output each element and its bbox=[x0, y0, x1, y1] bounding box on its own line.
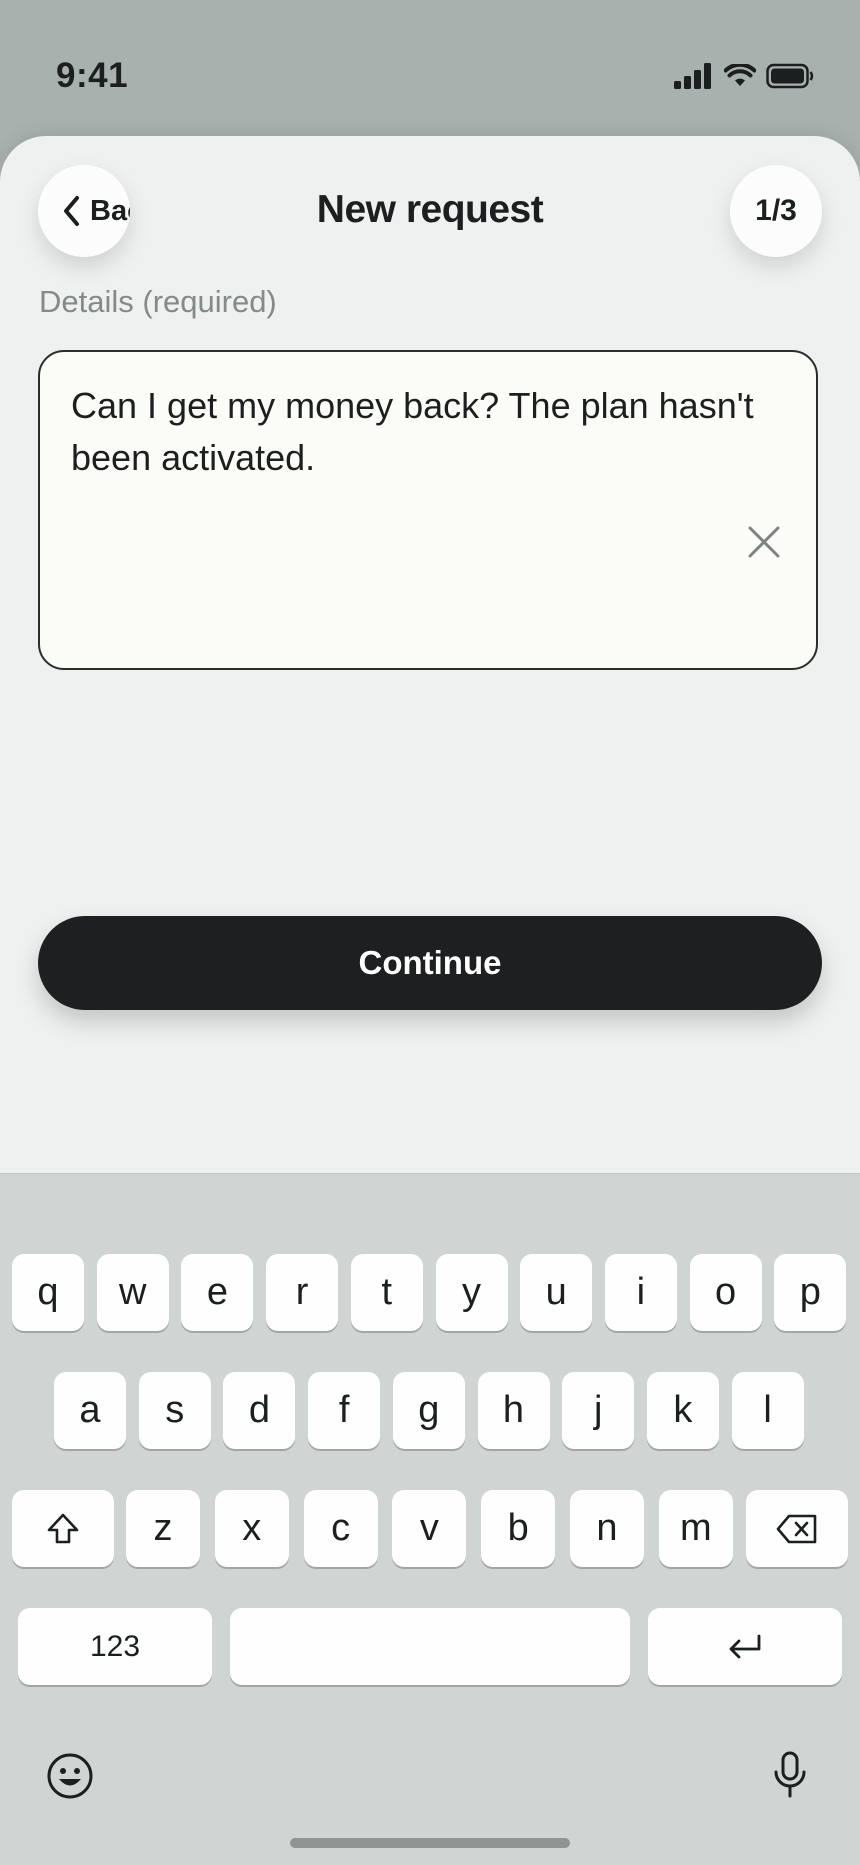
shift-icon bbox=[47, 1513, 79, 1543]
key-z[interactable]: z bbox=[126, 1490, 200, 1567]
key-q[interactable]: q bbox=[12, 1254, 84, 1331]
wifi-icon bbox=[724, 64, 756, 86]
status-time: 9:41 bbox=[56, 56, 129, 95]
key-x[interactable]: x bbox=[214, 1490, 289, 1567]
request-sheet: Back New request 1/3 Details (required) … bbox=[0, 136, 860, 1176]
key-g[interactable]: g bbox=[392, 1372, 465, 1449]
battery-icon bbox=[766, 63, 814, 89]
return-key[interactable] bbox=[648, 1608, 842, 1685]
status-bar: 9:41 bbox=[0, 0, 860, 140]
key-w[interactable]: w bbox=[96, 1254, 169, 1331]
step-indicator[interactable]: 1/3 bbox=[730, 165, 822, 257]
microphone-icon[interactable] bbox=[770, 1750, 810, 1800]
home-indicator bbox=[290, 1838, 570, 1848]
delete-icon bbox=[776, 1514, 817, 1543]
key-n[interactable]: n bbox=[570, 1490, 644, 1567]
details-textarea[interactable]: Can I get my money back? The plan hasn't… bbox=[38, 350, 818, 670]
key-p[interactable]: p bbox=[774, 1254, 847, 1331]
key-y[interactable]: y bbox=[435, 1254, 508, 1331]
key-o[interactable]: o bbox=[689, 1254, 762, 1331]
key-m[interactable]: m bbox=[658, 1490, 733, 1567]
key-h[interactable]: h bbox=[477, 1372, 550, 1449]
key-v[interactable]: v bbox=[392, 1490, 467, 1567]
key-u[interactable]: u bbox=[520, 1254, 593, 1331]
clear-icon[interactable] bbox=[746, 524, 782, 560]
key-c[interactable]: c bbox=[303, 1490, 378, 1567]
key-b[interactable]: b bbox=[481, 1490, 556, 1567]
space-key[interactable] bbox=[230, 1608, 630, 1685]
return-icon bbox=[729, 1634, 761, 1658]
key-l[interactable]: l bbox=[731, 1372, 804, 1449]
key-e[interactable]: e bbox=[181, 1254, 254, 1331]
shift-key[interactable] bbox=[12, 1490, 114, 1567]
key-s[interactable]: s bbox=[138, 1372, 211, 1449]
cellular-signal-icon bbox=[674, 63, 711, 89]
status-icons bbox=[674, 60, 814, 92]
details-label: Details (required) bbox=[39, 284, 277, 319]
continue-button[interactable]: Continue bbox=[38, 916, 822, 1010]
key-r[interactable]: r bbox=[266, 1254, 339, 1331]
numbers-key[interactable]: 123 bbox=[18, 1608, 212, 1685]
key-a[interactable]: a bbox=[54, 1372, 126, 1449]
key-i[interactable]: i bbox=[604, 1254, 677, 1331]
keyboard: qwertyuiop asdfghjkl zxcvbnm 123 bbox=[0, 1173, 860, 1865]
key-t[interactable]: t bbox=[350, 1254, 423, 1331]
key-d[interactable]: d bbox=[223, 1372, 296, 1449]
key-k[interactable]: k bbox=[646, 1372, 719, 1449]
delete-key[interactable] bbox=[746, 1490, 848, 1567]
key-f[interactable]: f bbox=[308, 1372, 381, 1449]
key-j[interactable]: j bbox=[562, 1372, 635, 1449]
details-text: Can I get my money back? The plan hasn't… bbox=[71, 385, 754, 478]
emoji-icon[interactable] bbox=[46, 1752, 94, 1800]
